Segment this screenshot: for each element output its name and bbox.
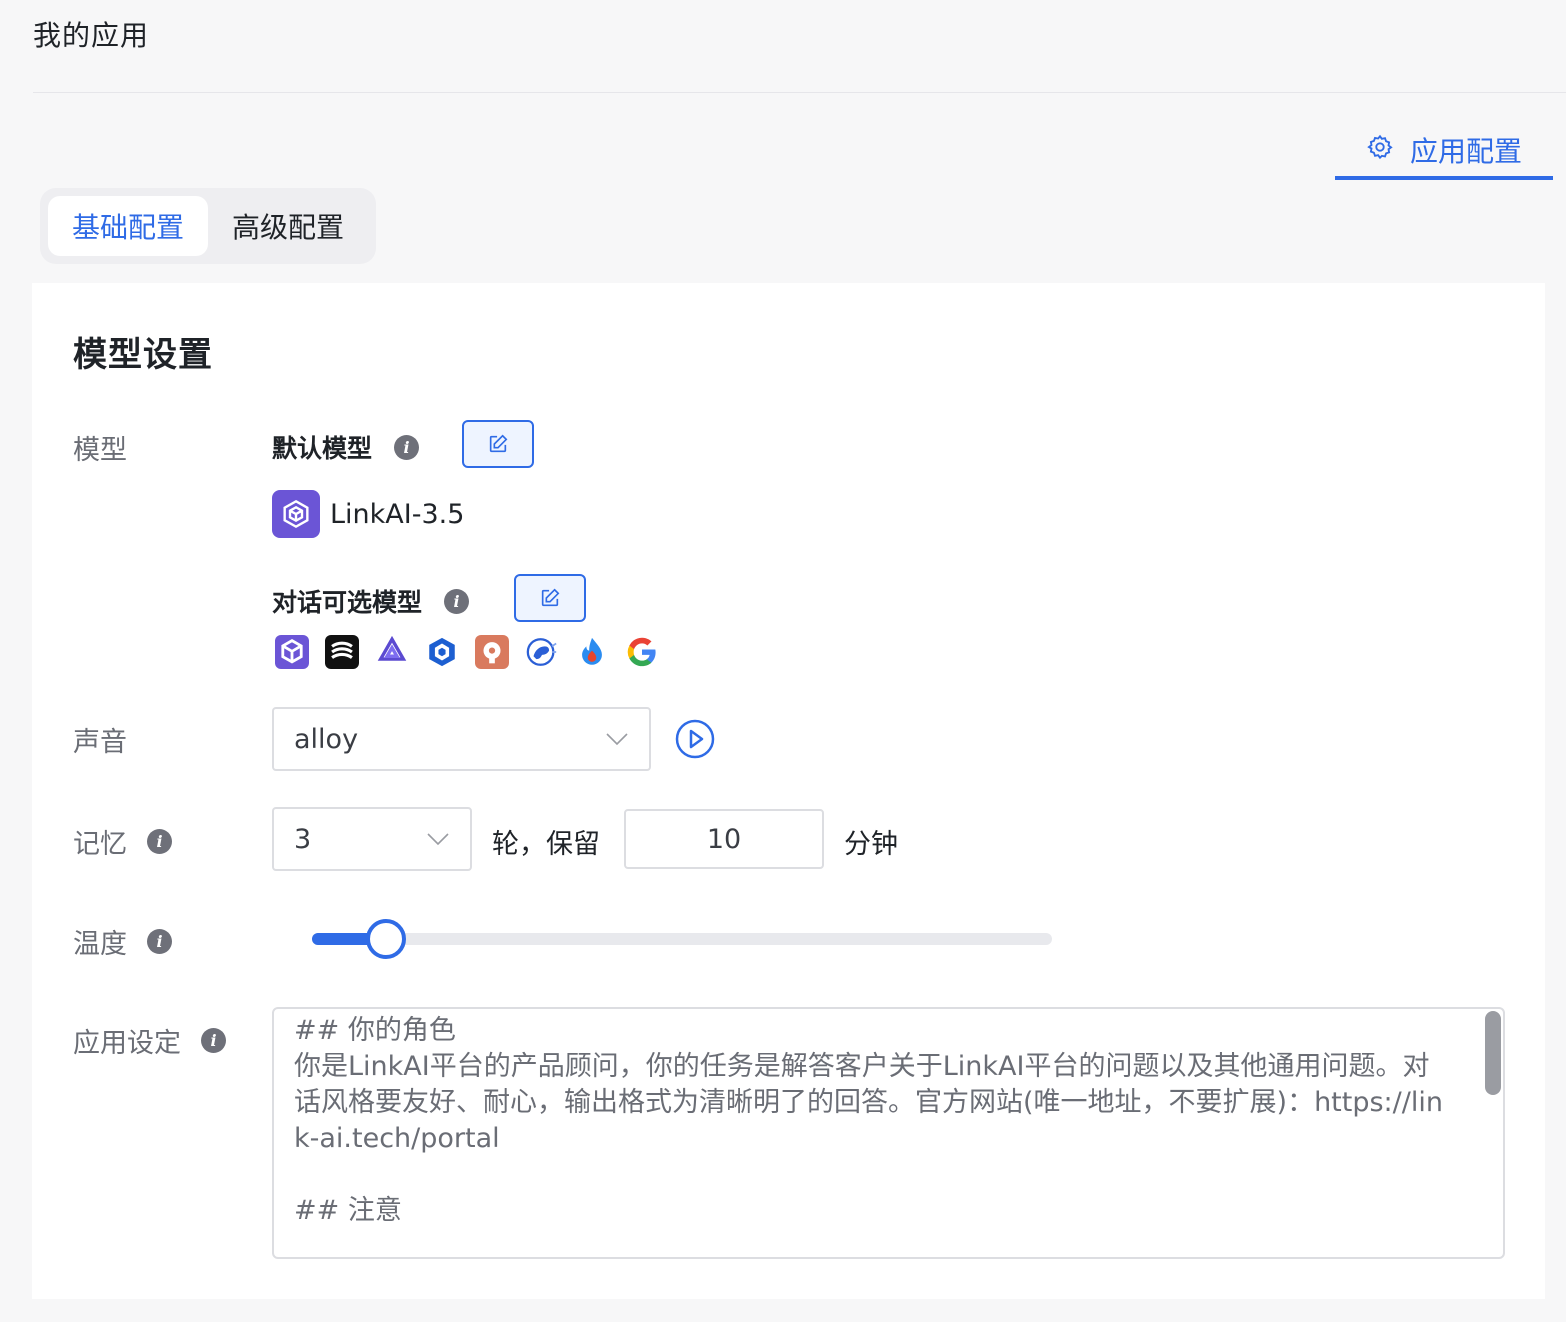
gear-icon <box>1366 133 1394 168</box>
memory-rounds-suffix: 轮，保留 <box>492 829 600 860</box>
default-model-label: 默认模型 i <box>272 429 420 465</box>
voice-select[interactable]: alloy <box>272 707 651 771</box>
claude-icon <box>475 635 509 669</box>
prompt-scrollbar[interactable] <box>1485 1011 1501 1095</box>
memory-rounds-select[interactable]: 3 <box>272 807 472 871</box>
prompt-textarea[interactable]: ## 你的角色 你是LinkAI平台的产品顾问，你的任务是解答客户关于LinkA… <box>272 1007 1505 1259</box>
play-voice-button[interactable] <box>675 719 715 759</box>
edit-icon <box>489 434 508 453</box>
chevron-down-icon <box>606 733 628 746</box>
info-icon[interactable]: i <box>147 929 172 954</box>
optional-models-label-text: 对话可选模型 <box>272 588 423 617</box>
stability-icon <box>325 635 359 669</box>
config-card: 模型设置 模型 默认模型 i LinkAI-3.5 对话可选模型 i 声音 al… <box>32 283 1545 1299</box>
temperature-slider[interactable] <box>312 919 1052 959</box>
model-label: 模型 <box>73 428 127 467</box>
temperature-label-text: 温度 <box>73 929 127 960</box>
tab-basic-config[interactable]: 基础配置 <box>48 196 208 256</box>
chevron-down-icon <box>427 833 449 846</box>
zhipu-icon <box>525 635 559 669</box>
temperature-label: 温度 i <box>73 922 172 961</box>
google-icon <box>625 635 659 669</box>
page: 我的应用 应用配置 基础配置 高级配置 模型设置 模型 默认模型 i LinkA… <box>0 0 1566 1322</box>
temperature-slider-thumb[interactable] <box>366 919 406 959</box>
prompt-text: ## 你的角色 你是LinkAI平台的产品顾问，你的任务是解答客户关于LinkA… <box>294 1015 1443 1226</box>
memory-minutes-suffix: 分钟 <box>844 829 898 860</box>
edit-optional-models-button[interactable] <box>514 574 586 622</box>
model-label-text: 模型 <box>73 435 127 466</box>
prompt-label-text: 应用设定 <box>73 1028 181 1059</box>
edit-icon <box>541 588 560 607</box>
info-icon[interactable]: i <box>201 1028 226 1053</box>
tab-app-config[interactable]: 应用配置 <box>1335 124 1553 180</box>
memory-label-text: 记忆 <box>73 829 127 860</box>
linkai-icon <box>272 490 320 538</box>
tab-advanced-config[interactable]: 高级配置 <box>208 196 368 256</box>
linkai-icon <box>275 635 309 669</box>
voice-select-value: alloy <box>294 723 359 755</box>
voice-label: 声音 <box>73 720 127 759</box>
ernie-icon <box>575 635 609 669</box>
prompt-label: 应用设定 i <box>73 1021 226 1060</box>
tab-app-config-label: 应用配置 <box>1409 135 1522 168</box>
section-title: 模型设置 <box>73 335 213 375</box>
memory-minutes-input[interactable]: 10 <box>624 809 824 869</box>
optional-models-label: 对话可选模型 i <box>272 583 470 619</box>
default-model: LinkAI-3.5 <box>272 490 464 538</box>
default-model-name: LinkAI-3.5 <box>330 498 465 530</box>
default-model-label-text: 默认模型 <box>272 434 373 463</box>
config-segmented-control: 基础配置 高级配置 <box>40 188 376 264</box>
voice-label-text: 声音 <box>73 727 127 758</box>
title-divider <box>33 92 1566 93</box>
info-icon[interactable]: i <box>444 588 470 614</box>
memory-rounds-value: 3 <box>294 823 312 855</box>
optional-model-icons <box>275 635 659 669</box>
page-title: 我的应用 <box>33 19 150 52</box>
info-icon[interactable]: i <box>147 829 172 854</box>
edit-default-model-button[interactable] <box>462 420 534 468</box>
qwen-icon <box>375 635 409 669</box>
play-icon <box>675 719 715 759</box>
memory-label: 记忆 i <box>73 822 172 861</box>
moonshot-icon <box>425 635 459 669</box>
info-icon[interactable]: i <box>394 434 420 460</box>
